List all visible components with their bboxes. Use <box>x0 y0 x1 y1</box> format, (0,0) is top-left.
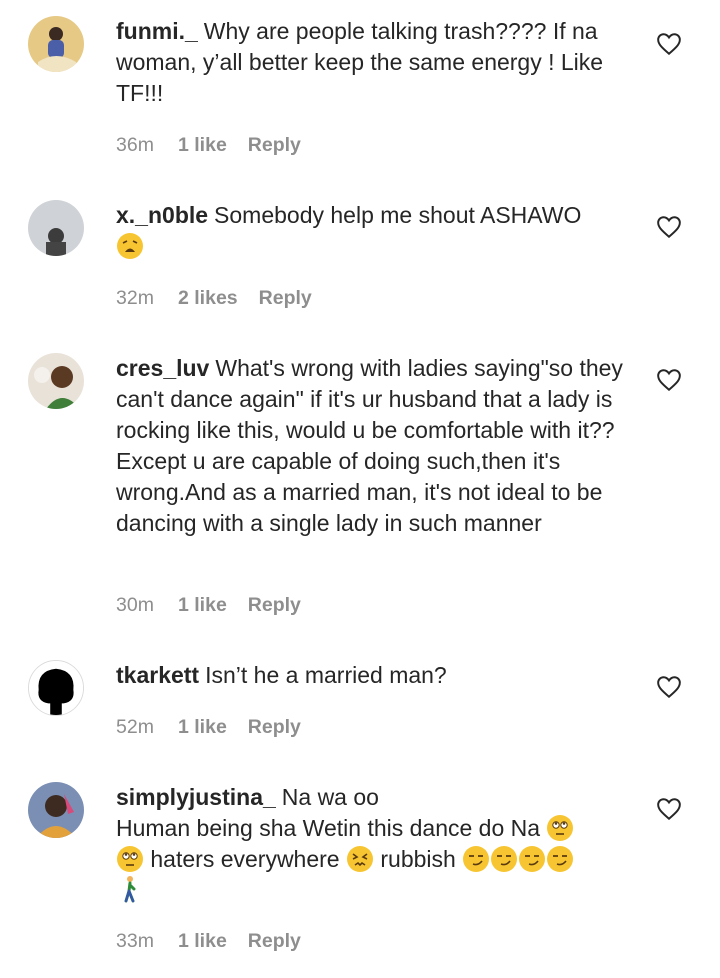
confounded-face-emoji <box>346 846 373 872</box>
comment-text: Isn’t he a married man? <box>205 662 447 688</box>
comment-time: 32m <box>116 287 154 309</box>
comment-body: cres_luv What's wrong with ladies saying"… <box>116 353 636 539</box>
avatar[interactable] <box>28 353 84 409</box>
comment-body: simplyjustina_ Na wa oo Human being sha W… <box>116 782 636 906</box>
comment-username[interactable]: simplyjustina_ <box>116 784 276 810</box>
comment-body: funmi._ Why are people talking trash???? … <box>116 16 636 109</box>
face-with-rolling-eyes-emoji <box>547 815 574 841</box>
comment-meta: 52m 1 like Reply <box>116 716 301 739</box>
comment-time: 52m <box>116 716 154 738</box>
comment-likes[interactable]: 2 likes <box>178 287 238 310</box>
avatar[interactable] <box>28 200 84 256</box>
reply-button[interactable]: Reply <box>248 594 301 617</box>
comment-text: What's wrong with ladies saying"so they … <box>116 355 623 536</box>
heart-outline-icon[interactable] <box>656 215 682 239</box>
comment-username[interactable]: funmi._ <box>116 18 198 44</box>
comment-text-line2: Human being sha Wetin this dance do Na <box>116 815 541 841</box>
comment-body: x._n0ble Somebody help me shout ASHAWO <box>116 200 636 262</box>
smirking-face-emoji <box>519 846 546 872</box>
heart-outline-icon[interactable] <box>656 32 682 56</box>
weary-face-emoji <box>117 233 143 259</box>
comment-username[interactable]: cres_luv <box>116 355 209 381</box>
heart-outline-icon[interactable] <box>656 675 682 699</box>
face-with-rolling-eyes-emoji <box>117 846 143 872</box>
comment-meta: 36m 1 like Reply <box>116 134 301 157</box>
reply-button[interactable]: Reply <box>248 134 301 157</box>
comment-time: 33m <box>116 930 154 952</box>
smirking-face-emoji <box>547 846 574 872</box>
comment-body: tkarkett Isn’t he a married man? <box>116 660 636 691</box>
comment-likes[interactable]: 1 like <box>178 716 227 739</box>
comment-text: Somebody help me shout ASHAWO <box>214 202 582 228</box>
avatar[interactable] <box>28 782 84 838</box>
heart-outline-icon[interactable] <box>656 368 682 392</box>
heart-outline-icon[interactable] <box>656 797 682 821</box>
reply-button[interactable]: Reply <box>259 287 312 310</box>
avatar[interactable] <box>28 660 84 716</box>
comment-text-line3b: rubbish <box>380 846 456 872</box>
reply-button[interactable]: Reply <box>248 716 301 739</box>
comment-likes[interactable]: 1 like <box>178 134 227 157</box>
comment-text-line1: Na wa oo <box>281 784 379 810</box>
reply-button[interactable]: Reply <box>248 930 301 953</box>
comment-meta: 33m 1 like Reply <box>116 930 301 953</box>
smirking-face-emoji <box>463 846 490 872</box>
comment-likes[interactable]: 1 like <box>178 594 227 617</box>
comment-time: 30m <box>116 594 154 616</box>
smirking-face-emoji <box>491 846 518 872</box>
comment-username[interactable]: x._n0ble <box>116 202 208 228</box>
comment-text-line3a: haters everywhere <box>150 846 340 872</box>
comment-username[interactable]: tkarkett <box>116 662 199 688</box>
person-walking-emoji <box>117 875 143 903</box>
avatar[interactable] <box>28 16 84 72</box>
comment-likes[interactable]: 1 like <box>178 930 227 953</box>
comment-meta: 32m 2 likes Reply <box>116 287 312 310</box>
comment-meta: 30m 1 like Reply <box>116 594 301 617</box>
comment-time: 36m <box>116 134 154 156</box>
